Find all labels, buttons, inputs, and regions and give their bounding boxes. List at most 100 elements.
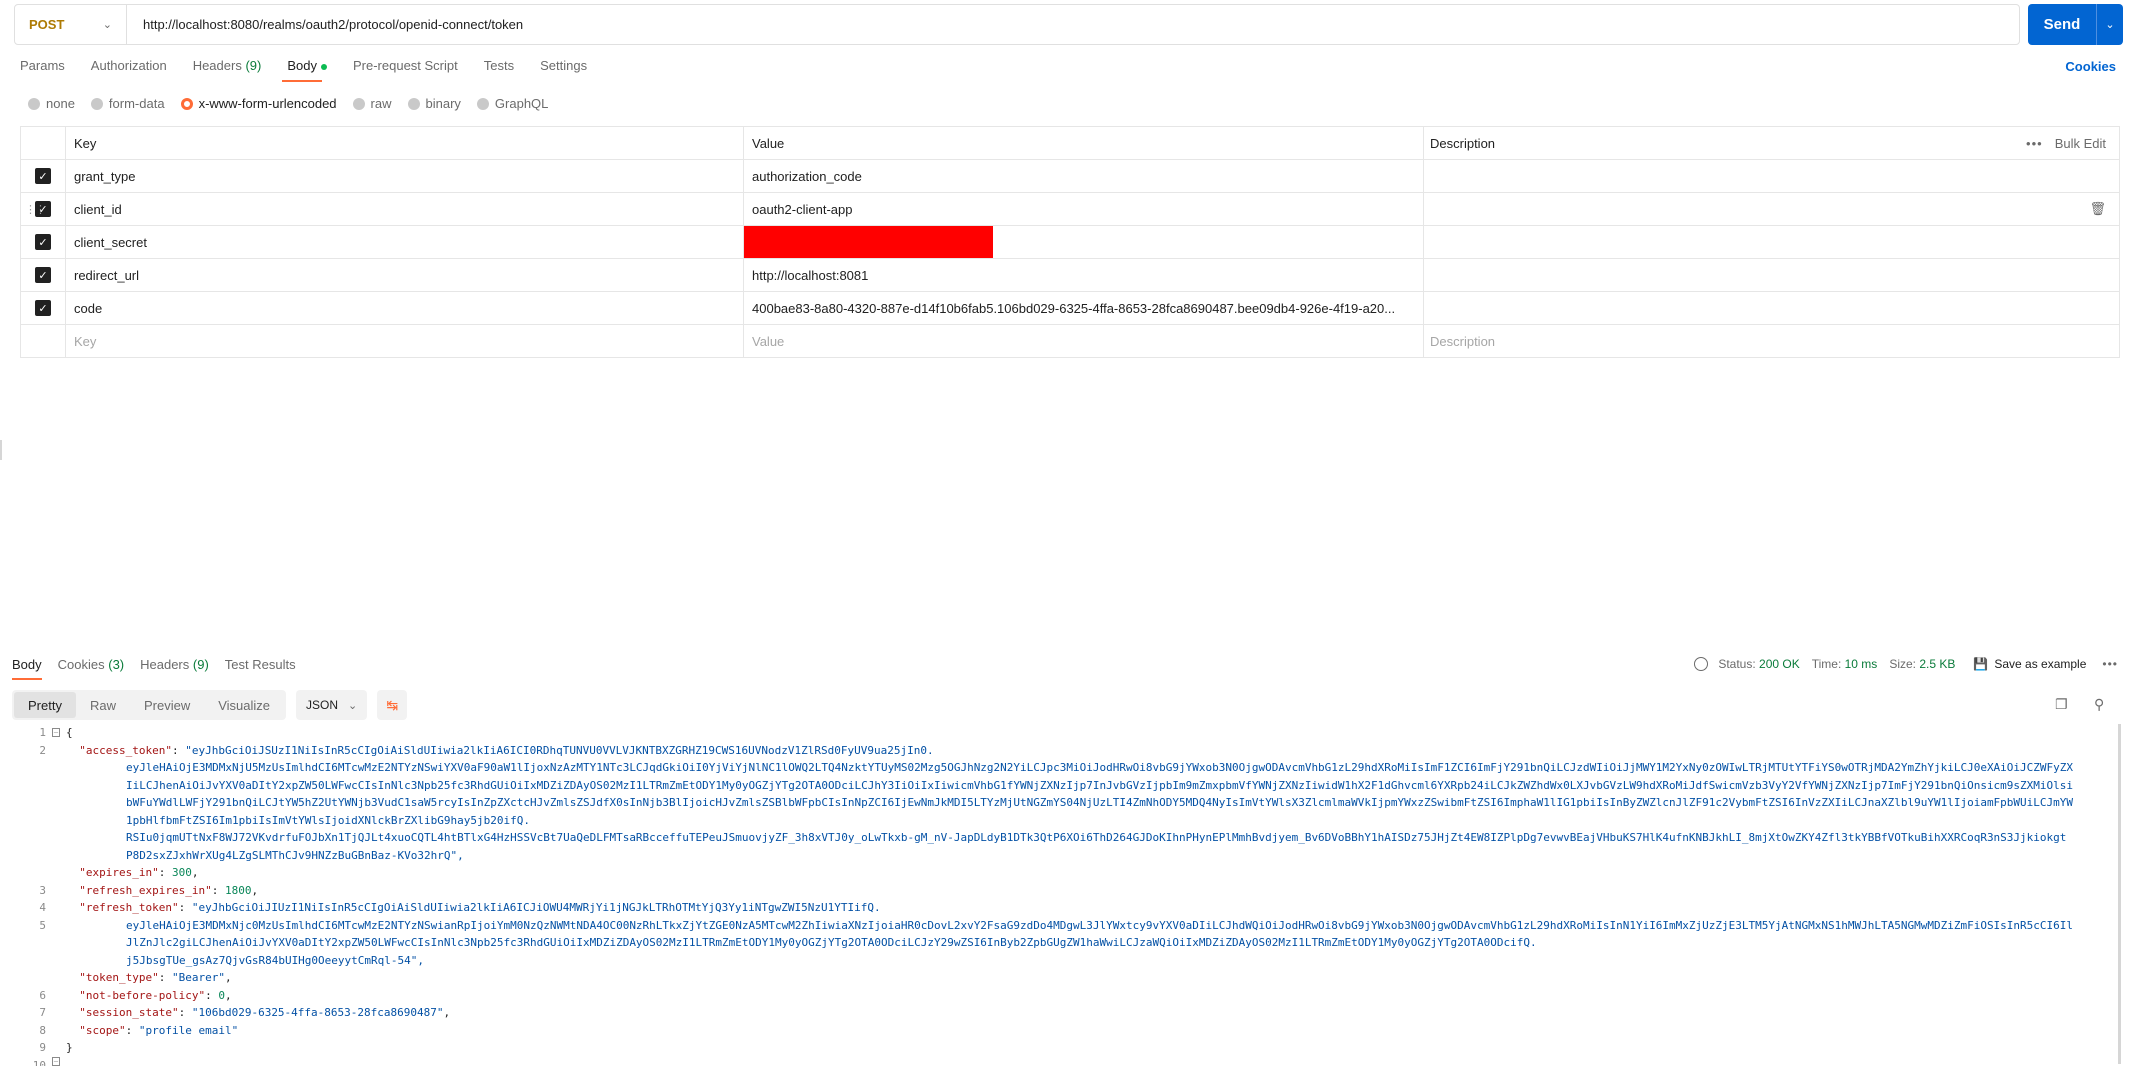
tab-headers[interactable]: Headers (9) bbox=[193, 58, 262, 78]
row-description[interactable] bbox=[1424, 292, 2120, 324]
row-checkbox[interactable]: ✓ bbox=[20, 160, 66, 192]
row-checkbox[interactable]: ✓ bbox=[20, 259, 66, 291]
response-tabs: Body Cookies (3) Headers (9) Test Result… bbox=[12, 657, 312, 672]
radio-graphql[interactable]: GraphQL bbox=[476, 96, 549, 111]
tab-tests[interactable]: Tests bbox=[484, 58, 514, 78]
view-raw[interactable]: Raw bbox=[76, 692, 130, 718]
value-input[interactable]: Value bbox=[744, 325, 1424, 357]
size-value[interactable]: 2.5 KB bbox=[1919, 657, 1955, 671]
tab-settings[interactable]: Settings bbox=[540, 58, 587, 78]
row-key[interactable]: client_secret bbox=[66, 226, 744, 258]
bulk-edit-button[interactable]: Bulk Edit bbox=[2055, 136, 2106, 151]
time-label: Time: bbox=[1811, 657, 1842, 671]
row-key[interactable]: code bbox=[66, 292, 744, 324]
method-label: POST bbox=[29, 17, 65, 32]
view-pretty[interactable]: Pretty bbox=[14, 692, 76, 718]
radio-binary[interactable]: binary bbox=[407, 96, 461, 111]
code-line: "refresh_token": "eyJhbGciOiJIUzI1NiIsIn… bbox=[79, 901, 881, 914]
row-key[interactable]: client_id bbox=[66, 193, 744, 225]
tab-label: Body bbox=[12, 657, 42, 672]
row-description[interactable] bbox=[1424, 226, 2120, 258]
row-description[interactable] bbox=[1424, 160, 2120, 192]
row-key[interactable]: redirect_url bbox=[66, 259, 744, 291]
url-input[interactable]: http://localhost:8080/realms/oauth2/prot… bbox=[127, 17, 523, 32]
checkbox-checked-icon[interactable]: ✓ bbox=[35, 300, 51, 316]
radio-selected-icon bbox=[180, 97, 193, 110]
line-number-gap bbox=[0, 864, 50, 882]
tab-label: Authorization bbox=[90, 58, 167, 73]
json-string: "eyJhbGciOiJSUzI1NiIsInR5cCIgOiAiSldUIiw… bbox=[185, 743, 934, 757]
params-table: Key Value Description ••• Bulk Edit ✓ gr… bbox=[20, 126, 2120, 358]
more-icon[interactable]: ••• bbox=[2026, 136, 2043, 151]
line-number-gutter: 1 2 3 4 5 6 7 8 9 10 bbox=[0, 724, 50, 1066]
trash-icon[interactable]: 🗑 bbox=[2089, 201, 2106, 217]
header-key: Key bbox=[66, 127, 744, 159]
save-as-example-label: Save as example bbox=[1994, 657, 2087, 671]
row-checkbox[interactable]: ✓ bbox=[20, 226, 66, 258]
row-value[interactable]: authorization_code bbox=[744, 160, 1424, 192]
radio-icon bbox=[28, 97, 40, 110]
line-number: 2 bbox=[39, 743, 46, 757]
row-key[interactable]: grant_type bbox=[66, 160, 744, 192]
copy-icon[interactable]: ❐ bbox=[2055, 696, 2068, 713]
tab-response-body[interactable]: Body bbox=[12, 657, 42, 672]
drag-handle-icon[interactable]: ⋮⋮ bbox=[25, 203, 46, 216]
radio-label: GraphQL bbox=[494, 96, 549, 111]
vertical-scrollbar[interactable] bbox=[2118, 724, 2121, 1064]
tab-params[interactable]: Params bbox=[20, 58, 65, 78]
table-row: ✓ client_secret bbox=[20, 226, 2120, 259]
line-number-gap bbox=[0, 829, 50, 847]
chevron-down-icon: ⌄ bbox=[102, 19, 112, 31]
radio-form-data[interactable]: form-data bbox=[90, 96, 165, 111]
view-preview[interactable]: Preview bbox=[130, 692, 204, 718]
description-input[interactable]: Description bbox=[1424, 325, 2120, 357]
view-visualize[interactable]: Visualize bbox=[204, 692, 284, 718]
json-key: "access_token" bbox=[79, 743, 172, 757]
tab-count: (9) bbox=[192, 657, 209, 672]
status-value[interactable]: 200 OK bbox=[1759, 657, 1800, 671]
globe-icon[interactable] bbox=[1694, 657, 1709, 671]
tab-body[interactable]: Body bbox=[287, 58, 327, 78]
tab-response-cookies[interactable]: Cookies (3) bbox=[58, 657, 124, 672]
tab-pre-request-script[interactable]: Pre-request Script bbox=[353, 58, 458, 78]
code-line-wrap: eyJleHAiOjE3MDMxNjU5MzUsImlhdCI6MTcwMzE2… bbox=[66, 759, 2106, 829]
json-string: "eyJhbGciOiJIUzI1NiIsInR5cCIgOiAiSldUIiw… bbox=[191, 901, 881, 914]
row-value[interactable]: http://localhost:8081 bbox=[744, 259, 1424, 291]
tab-response-headers[interactable]: Headers (9) bbox=[140, 657, 209, 672]
row-value[interactable]: 400bae83-8a80-4320-887e-d14f10b6fab5.106… bbox=[744, 292, 1424, 324]
row-checkbox[interactable]: ✓ bbox=[20, 292, 66, 324]
wrap-lines-icon[interactable]: ↹ bbox=[377, 690, 408, 720]
radio-raw[interactable]: raw bbox=[352, 96, 392, 111]
radio-x-www-form-urlencoded[interactable]: x-www-form-urlencoded bbox=[180, 96, 337, 111]
radio-none[interactable]: none bbox=[28, 96, 75, 111]
more-icon[interactable]: ••• bbox=[2102, 657, 2118, 671]
time-value[interactable]: 10 ms bbox=[1845, 657, 1878, 671]
response-code-viewer[interactable]: 1 2 3 4 5 6 7 8 9 10 – – { "access_token… bbox=[0, 724, 2118, 1066]
chevron-down-icon[interactable]: ⌄ bbox=[2097, 18, 2123, 31]
code-line: "expires_in": 300, bbox=[79, 866, 199, 879]
row-description[interactable] bbox=[1424, 259, 2120, 291]
checkbox-checked-icon[interactable]: ✓ bbox=[35, 267, 51, 283]
cookies-link[interactable]: Cookies bbox=[2065, 59, 2116, 74]
pane-resize-handle[interactable] bbox=[0, 440, 2, 460]
tab-label: Headers bbox=[192, 58, 242, 73]
tab-authorization[interactable]: Authorization bbox=[91, 58, 167, 78]
checkbox-checked-icon[interactable]: ✓ bbox=[35, 234, 51, 250]
fold-toggle-icon[interactable]: – bbox=[52, 1057, 60, 1066]
key-input[interactable]: Key bbox=[66, 325, 744, 357]
method-select[interactable]: POST ⌄ bbox=[15, 5, 127, 44]
format-select[interactable]: JSON ⌄ bbox=[296, 690, 368, 720]
checkbox-checked-icon[interactable]: ✓ bbox=[35, 168, 51, 184]
save-as-example-button[interactable]: 💾 Save as example bbox=[1973, 657, 2086, 671]
tab-test-results[interactable]: Test Results bbox=[225, 657, 296, 672]
row-description[interactable] bbox=[1424, 193, 2120, 225]
row-value[interactable]: oauth2-client-app bbox=[744, 193, 1424, 225]
code-line: "access_token": "eyJhbGciOiJSUzI1NiIsInR… bbox=[79, 743, 934, 757]
table-row: ✓ grant_type authorization_code bbox=[20, 160, 2120, 193]
json-key: "refresh_expires_in" bbox=[79, 883, 212, 897]
json-string: RSIu0jqmUTtNxF8WJ72VKvdrfuFOJbXn1TjQJLt4… bbox=[126, 831, 2067, 862]
search-icon[interactable]: ⚲ bbox=[2094, 696, 2104, 713]
format-label: JSON bbox=[306, 698, 339, 712]
send-button[interactable]: Send ⌄ bbox=[2028, 4, 2123, 45]
fold-toggle-icon[interactable]: – bbox=[52, 728, 60, 737]
